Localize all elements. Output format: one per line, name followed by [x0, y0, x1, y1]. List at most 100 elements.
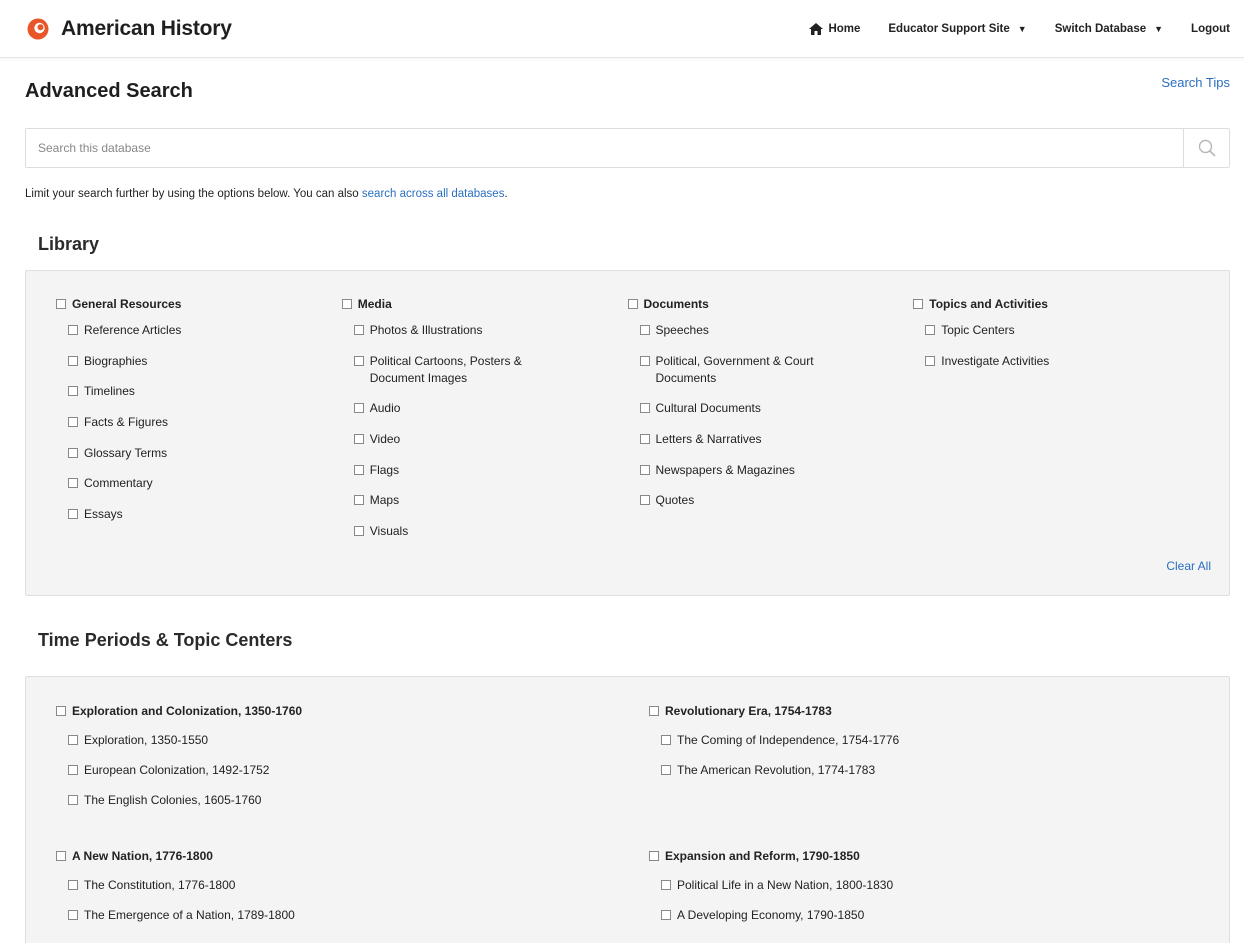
group-checkbox[interactable]: General Resources: [56, 295, 342, 312]
checkbox-icon[interactable]: [639, 464, 650, 475]
checkbox-icon[interactable]: [661, 765, 671, 775]
checkbox-icon[interactable]: [353, 495, 364, 506]
checkbox-icon[interactable]: [649, 705, 659, 716]
checkbox-icon[interactable]: [68, 735, 78, 745]
checkbox-icon[interactable]: [639, 403, 650, 414]
filter-option[interactable]: Newspapers & Magazines: [639, 462, 850, 479]
checkbox-icon[interactable]: [68, 386, 78, 397]
library-panel: General Resources Reference Articles Biogr…: [25, 270, 1230, 596]
filter-option[interactable]: Speeches: [639, 322, 850, 339]
checkbox-icon[interactable]: [341, 298, 352, 309]
filter-option[interactable]: Investigate Activities: [925, 353, 1135, 370]
filter-option[interactable]: Audio: [353, 400, 564, 417]
checkbox-icon[interactable]: [68, 447, 78, 458]
group-items: Photos & Illustrations Political Cartoons…: [353, 322, 628, 540]
checkbox-icon[interactable]: [639, 325, 650, 335]
nav-educator-support[interactable]: Educator Support Site ▼: [888, 23, 1026, 35]
filter-option[interactable]: Political, Government & Court Documents: [639, 353, 850, 387]
checkbox-icon[interactable]: [913, 298, 924, 309]
filter-option[interactable]: Biographies: [68, 353, 278, 370]
search-tips-link[interactable]: Search Tips: [1161, 75, 1230, 90]
checkbox-icon[interactable]: [353, 355, 364, 366]
group-items: The Constitution, 1776-1800 The Emergence…: [68, 877, 649, 924]
checkbox-icon[interactable]: [925, 355, 936, 366]
checkbox-icon[interactable]: [56, 850, 66, 861]
checkbox-icon[interactable]: [353, 434, 364, 445]
checkbox-icon[interactable]: [661, 735, 671, 745]
group-checkbox[interactable]: A New Nation, 1776-1800: [56, 847, 649, 864]
group-checkbox[interactable]: Topics and Activities: [913, 295, 1199, 312]
filter-option[interactable]: Flags: [353, 462, 564, 479]
filter-option[interactable]: Letters & Narratives: [639, 431, 850, 448]
checkbox-icon[interactable]: [661, 910, 671, 920]
checkbox-icon[interactable]: [627, 298, 638, 309]
filter-option[interactable]: Quotes: [639, 492, 850, 509]
group-label: Expansion and Reform, 1790-1850: [665, 848, 860, 863]
search-button[interactable]: [1183, 129, 1229, 167]
filter-option[interactable]: The Coming of Independence, 1754-1776: [661, 732, 1061, 749]
checkbox-icon[interactable]: [68, 910, 78, 920]
filter-option[interactable]: Exploration, 1350-1550: [68, 732, 468, 749]
checkbox-icon[interactable]: [68, 509, 78, 520]
filter-option[interactable]: Photos & Illustrations: [353, 322, 564, 339]
filter-option[interactable]: Visuals: [353, 523, 564, 540]
checkbox-icon[interactable]: [639, 355, 650, 366]
checkbox-icon[interactable]: [68, 325, 78, 335]
filter-option[interactable]: Glossary Terms: [68, 445, 278, 462]
checkbox-icon[interactable]: [639, 434, 650, 445]
filter-option[interactable]: Maps: [353, 492, 564, 509]
filter-option[interactable]: Political Cartoons, Posters & Document I…: [353, 353, 564, 387]
group-label: A New Nation, 1776-1800: [72, 848, 213, 863]
filter-option[interactable]: A Developing Economy, 1790-1850: [661, 907, 1061, 924]
group-checkbox[interactable]: Expansion and Reform, 1790-1850: [649, 847, 1209, 864]
filter-option[interactable]: Facts & Figures: [68, 414, 278, 431]
checkbox-icon[interactable]: [649, 850, 659, 861]
checkbox-icon[interactable]: [353, 464, 364, 475]
filter-option[interactable]: Cultural Documents: [639, 400, 850, 417]
filter-option-label: The English Colonies, 1605-1760: [84, 793, 262, 807]
group-checkbox[interactable]: Documents: [627, 295, 914, 312]
nav-home[interactable]: Home: [809, 22, 860, 35]
checkbox-icon[interactable]: [68, 478, 78, 489]
filter-option[interactable]: The American Revolution, 1774-1783: [661, 762, 1061, 779]
filter-option[interactable]: Essays: [68, 506, 278, 523]
group-checkbox[interactable]: Media: [341, 295, 628, 312]
filter-option[interactable]: Video: [353, 431, 564, 448]
brand[interactable]: American History: [27, 17, 232, 41]
filter-option[interactable]: The Constitution, 1776-1800: [68, 877, 468, 894]
clear-all-link[interactable]: Clear All: [1166, 559, 1211, 573]
filter-option-label: Newspapers & Magazines: [655, 462, 795, 477]
filter-option[interactable]: The English Colonies, 1605-1760: [68, 792, 468, 809]
checkbox-icon[interactable]: [56, 298, 66, 309]
checkbox-icon[interactable]: [353, 526, 364, 537]
filter-group: Media Photos & Illustrations Political Car…: [341, 295, 628, 554]
checkbox-icon[interactable]: [353, 403, 364, 414]
checkbox-icon[interactable]: [68, 795, 78, 805]
checkbox-icon[interactable]: [661, 880, 671, 890]
search-icon: [1198, 139, 1216, 157]
filter-option[interactable]: The Emergence of a Nation, 1789-1800: [68, 907, 468, 924]
filter-option[interactable]: Topic Centers: [925, 322, 1135, 339]
group-checkbox[interactable]: Revolutionary Era, 1754-1783: [649, 702, 1209, 719]
filter-option[interactable]: Reference Articles: [68, 322, 278, 339]
group-checkbox[interactable]: Exploration and Colonization, 1350-1760: [56, 702, 649, 719]
filter-option[interactable]: Political Life in a New Nation, 1800-183…: [661, 877, 1061, 894]
nav-switch-database[interactable]: Switch Database ▼: [1055, 23, 1163, 35]
nav-logout[interactable]: Logout: [1191, 23, 1230, 35]
search-input[interactable]: [26, 129, 1183, 167]
checkbox-icon[interactable]: [925, 325, 936, 335]
checkbox-icon[interactable]: [639, 495, 650, 506]
filter-option[interactable]: Commentary: [68, 475, 278, 492]
checkbox-icon[interactable]: [353, 325, 364, 335]
filter-group: Exploration and Colonization, 1350-1760 E…: [56, 702, 649, 822]
filter-option[interactable]: Timelines: [68, 383, 278, 400]
checkbox-icon[interactable]: [56, 705, 66, 716]
checkbox-icon[interactable]: [68, 417, 78, 428]
checkbox-icon[interactable]: [68, 355, 78, 366]
checkbox-icon[interactable]: [68, 765, 78, 775]
checkbox-icon[interactable]: [68, 880, 78, 890]
nav-switch-label: Switch Database: [1054, 22, 1147, 35]
filter-option[interactable]: European Colonization, 1492-1752: [68, 762, 468, 779]
search-all-databases-link[interactable]: search across all databases: [362, 188, 505, 200]
nav-educator-label: Educator Support Site: [888, 22, 1010, 35]
